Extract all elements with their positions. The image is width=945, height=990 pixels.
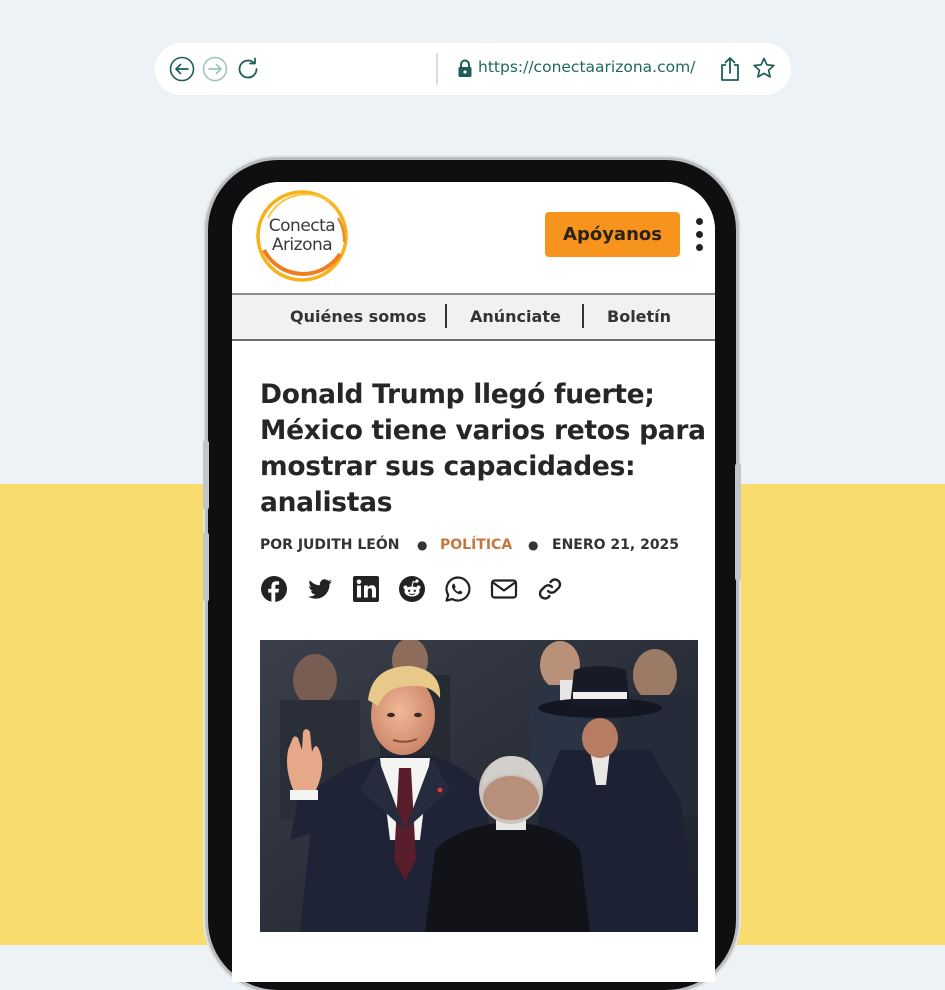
lock-icon — [456, 58, 474, 78]
reload-icon[interactable] — [235, 56, 261, 82]
email-icon[interactable] — [490, 575, 518, 603]
nav-separator — [582, 304, 584, 328]
linkedin-icon[interactable] — [352, 575, 380, 603]
conecta-arizona-logo[interactable]: Conecta Arizona — [254, 188, 350, 284]
bookmark-star-icon[interactable] — [751, 55, 777, 83]
nav-item-quienes-somos[interactable]: Quiénes somos — [290, 307, 426, 326]
support-button[interactable]: Apóyanos — [545, 212, 680, 257]
article-headline: Donald Trump llegó fuerte; México tiene … — [260, 379, 706, 518]
share-buttons — [260, 575, 580, 605]
address-bar-divider — [436, 53, 438, 85]
article-meta: POR JUDITH LEÓN ● POLÍTICA ● ENERO 21, 2… — [260, 537, 710, 557]
logo-text-line2: Arizona — [271, 235, 333, 255]
link-icon[interactable] — [536, 575, 564, 603]
facebook-icon[interactable] — [260, 575, 288, 603]
article-hero-photo[interactable] — [260, 640, 698, 932]
nav-item-anunciate[interactable]: Anúnciate — [470, 307, 561, 326]
site-nav: Quiénes somos Anúnciate Boletín — [232, 293, 715, 341]
forward-arrow-icon[interactable] — [202, 56, 228, 82]
whatsapp-icon[interactable] — [444, 575, 472, 603]
nav-item-boletin[interactable]: Boletín — [607, 307, 671, 326]
logo-text-line1: Conecta — [268, 216, 336, 236]
meta-separator: ● — [528, 538, 539, 552]
article-category[interactable]: POLÍTICA — [440, 537, 512, 553]
meta-separator: ● — [417, 538, 428, 552]
browser-address-bar: https://conectaarizona.com/ — [155, 43, 791, 95]
url-text[interactable]: https://conectaarizona.com/ — [478, 58, 695, 76]
article-date: ENERO 21, 2025 — [552, 537, 680, 553]
site-header: Conecta Arizona Apóyanos — [232, 182, 715, 293]
phone-volume-up-button — [203, 440, 209, 510]
phone-screen: Conecta Arizona Apóyanos Quiénes somos A… — [232, 182, 715, 982]
phone-power-button — [735, 463, 741, 581]
share-icon[interactable] — [717, 55, 743, 83]
twitter-icon[interactable] — [306, 575, 334, 603]
phone-volume-down-button — [203, 532, 209, 602]
reddit-icon[interactable] — [398, 575, 426, 603]
article-author[interactable]: POR JUDITH LEÓN — [260, 537, 399, 553]
back-arrow-icon[interactable] — [169, 56, 195, 82]
kebab-menu-icon[interactable] — [692, 218, 706, 252]
nav-separator — [445, 304, 447, 328]
